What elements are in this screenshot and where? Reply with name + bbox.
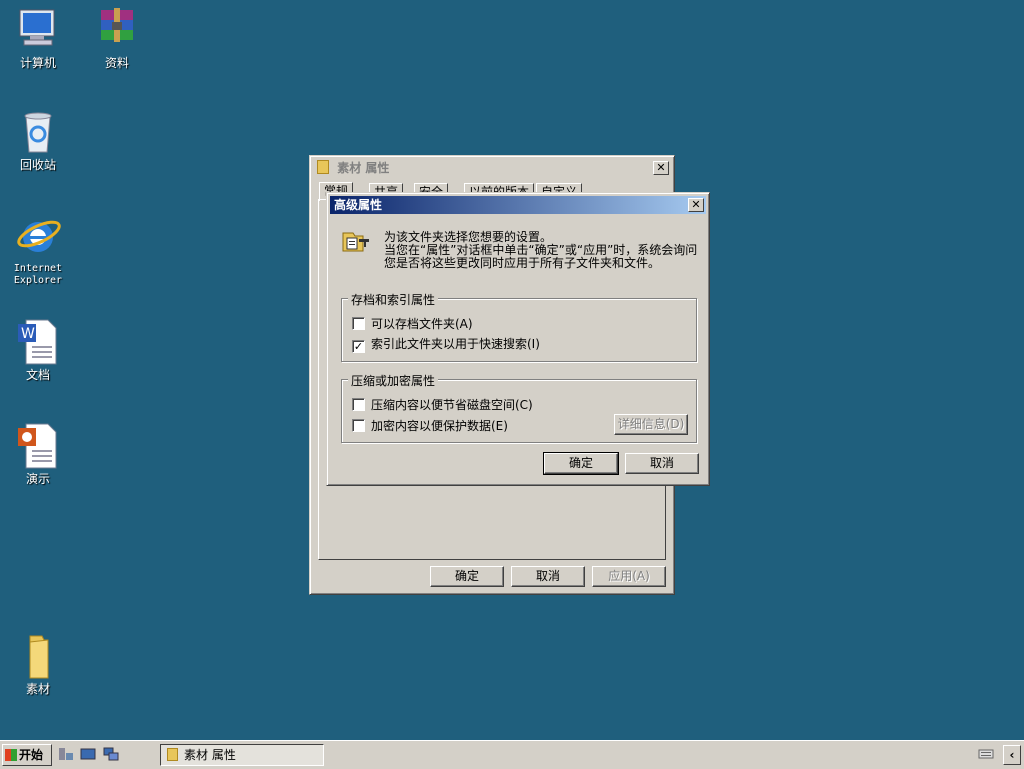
checkbox-box[interactable] — [352, 419, 365, 432]
archive-index-group-label: 存档和索引属性 — [348, 291, 439, 308]
desktop-icon-label: 计算机 — [19, 56, 56, 70]
attributes-icon — [341, 229, 371, 253]
tray-expand-button[interactable]: ‹ — [1003, 745, 1021, 765]
checkbox-box[interactable]: ✓ — [352, 340, 365, 353]
folder-icon — [317, 160, 329, 174]
taskbar-task-properties[interactable]: 素材 属性 — [160, 744, 324, 766]
desktop-icon-label: 资料 — [104, 56, 129, 70]
word-document-icon: W — [14, 318, 62, 366]
compress-encrypt-group-label: 压缩或加密属性 — [348, 372, 439, 389]
start-button[interactable]: 开始 — [2, 744, 52, 766]
compress-encrypt-group: 压缩或加密属性 压缩内容以便节省磁盘空间(C) 加密内容以便保护数据(E) 详细… — [341, 372, 697, 443]
desktop-icon-presentation[interactable]: 演示 — [0, 422, 76, 485]
checkbox-box[interactable] — [352, 317, 365, 330]
close-button[interactable]: ✕ — [688, 198, 704, 212]
encrypt-checkbox[interactable]: 加密内容以便保护数据(E) — [352, 419, 508, 433]
desktop-icon-recycle-bin[interactable]: 回收站 — [0, 108, 76, 171]
desktop-icon-label: 回收站 — [19, 158, 56, 172]
archive-checkbox-label: 可以存档文件夹(A) — [371, 317, 473, 331]
folder-icon — [167, 748, 178, 761]
properties-title: 素材 属性 — [337, 161, 390, 175]
intro-text-2: 当您在“属性”对话框中单击“确定”或“应用”时，系统会询问您是否将这些更改同时应… — [384, 243, 698, 270]
desktop-icon-document[interactable]: W 文档 — [0, 318, 76, 381]
show-desktop-icon[interactable] — [80, 747, 96, 761]
windows-logo-icon — [5, 749, 17, 761]
keyboard-icon[interactable] — [978, 748, 994, 760]
powerpoint-presentation-icon — [14, 422, 62, 470]
switch-windows-icon[interactable] — [103, 747, 119, 761]
index-checkbox[interactable]: ✓ 索引此文件夹以用于快速搜索(I) — [352, 338, 540, 353]
close-button[interactable]: ✕ — [653, 161, 669, 175]
properties-titlebar: 素材 属性 ✕ — [313, 159, 671, 177]
desktop-icon-archive[interactable]: 资料 — [79, 6, 155, 69]
server-manager-icon[interactable] — [58, 747, 74, 761]
dialog-title: 高级属性 — [334, 198, 383, 212]
checkbox-box[interactable] — [352, 398, 365, 411]
cancel-button[interactable]: 取消 — [625, 453, 699, 474]
taskbar: 开始 素材 属性 ‹ — [0, 740, 1024, 769]
compress-checkbox[interactable]: 压缩内容以便节省磁盘空间(C) — [352, 398, 533, 412]
ok-button[interactable]: 确定 — [543, 452, 619, 475]
start-label: 开始 — [19, 748, 44, 762]
computer-icon — [14, 6, 62, 54]
desktop-icon-label: 文档 — [25, 368, 50, 382]
encrypt-checkbox-label: 加密内容以便保护数据(E) — [371, 419, 508, 433]
desktop-icon-folder[interactable]: 素材 — [0, 632, 76, 695]
winrar-archive-icon — [93, 6, 141, 54]
internet-explorer-icon — [14, 212, 62, 260]
compress-checkbox-label: 压缩内容以便节省磁盘空间(C) — [371, 398, 533, 412]
dialog-titlebar: 高级属性 ✕ — [330, 196, 706, 214]
recycle-bin-icon — [14, 108, 62, 156]
index-checkbox-label: 索引此文件夹以用于快速搜索(I) — [371, 337, 540, 351]
taskbar-task-label: 素材 属性 — [184, 748, 236, 762]
folder-icon — [14, 632, 62, 680]
details-button[interactable]: 详细信息(D) — [614, 414, 688, 435]
cancel-button[interactable]: 取消 — [511, 566, 585, 587]
advanced-attributes-dialog: 高级属性 ✕ 为该文件夹选择您想要的设置。 当您在“属性”对话框中单击“确定”或… — [326, 192, 710, 486]
ok-button[interactable]: 确定 — [430, 566, 504, 587]
desktop-icon-label: 素材 — [25, 682, 50, 696]
desktop-icon-internet-explorer[interactable]: Internet Explorer — [0, 212, 76, 287]
archive-index-group: 存档和索引属性 可以存档文件夹(A) ✓ 索引此文件夹以用于快速搜索(I) — [341, 291, 697, 362]
archive-checkbox[interactable]: 可以存档文件夹(A) — [352, 317, 473, 331]
desktop-icon-label: Internet Explorer — [13, 263, 63, 286]
svg-text:W: W — [21, 326, 35, 342]
desktop-icon-label: 演示 — [25, 472, 50, 486]
desktop-icon-computer[interactable]: 计算机 — [0, 6, 76, 69]
apply-button[interactable]: 应用(A) — [592, 566, 666, 587]
